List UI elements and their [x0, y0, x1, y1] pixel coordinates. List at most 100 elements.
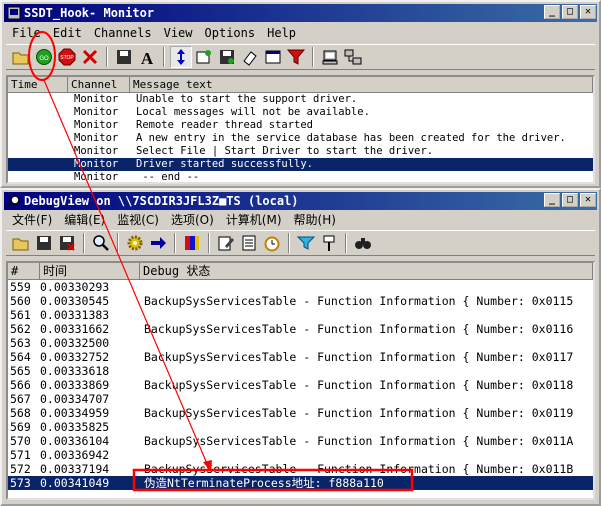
row-time: 0.00331383 [40, 308, 110, 322]
network-button[interactable] [342, 46, 364, 68]
debugview-row[interactable]: 566 0.00333869 BackupSysServicesTable - Fu… [8, 378, 593, 392]
debugview-row[interactable]: 565 0.00333618 [8, 364, 593, 378]
maximize-button[interactable]: □ [562, 5, 578, 19]
debugview-menu-item[interactable]: 计算机(M) [220, 211, 288, 229]
filter-button[interactable] [295, 232, 317, 254]
computer-icon [322, 50, 338, 65]
autoscroll-button[interactable] [170, 46, 192, 68]
monitor-titlebar[interactable]: SSDT_Hook- Monitor [4, 4, 597, 22]
col-time[interactable]: 时间 [40, 263, 140, 280]
debugview-menu-item[interactable]: 选项(O) [165, 211, 220, 229]
debugview-row[interactable]: 563 0.00332500 [8, 336, 593, 350]
debugview-row[interactable]: 571 0.00336942 [8, 448, 593, 462]
connect-button[interactable] [319, 46, 341, 68]
row-time: 0.00337194 [40, 462, 110, 476]
save-red-icon [60, 236, 75, 251]
col-debug-output[interactable]: Debug 状态 [140, 263, 593, 280]
debugview-row[interactable]: 573 0.00341049 伪造NtTerminateProcess地址: f88… [8, 476, 593, 490]
monitor-menu-item[interactable]: Help [261, 24, 302, 42]
save-button[interactable] [33, 232, 55, 254]
minimize-button[interactable]: _ [544, 193, 560, 207]
row-channel: Monitor [74, 132, 119, 144]
col-channel[interactable]: Channel [68, 77, 130, 93]
debugview-menu-item[interactable]: 监视(C) [111, 211, 165, 229]
monitor-row[interactable]: Monitor A new entry in the service databa… [8, 132, 593, 145]
pin-button[interactable] [318, 232, 340, 254]
network-icon [344, 49, 362, 65]
debugview-row[interactable]: 559 0.00330293 [8, 280, 593, 294]
debugview-menu-item[interactable]: 文件(F) [6, 211, 58, 229]
monitor-menu-item[interactable]: File [6, 24, 47, 42]
save-as-button[interactable] [56, 232, 78, 254]
debugview-menu-item[interactable]: 帮助(H) [288, 211, 342, 229]
monitor-row[interactable]: Monitor Driver started successfully. [8, 158, 593, 171]
row-time: 0.00332500 [40, 336, 110, 350]
find-binoculars-button[interactable] [352, 232, 374, 254]
row-debug-text: BackupSysServicesTable - Function Inform… [144, 350, 574, 364]
autoscroll-button[interactable] [147, 232, 169, 254]
clock-button[interactable] [261, 232, 283, 254]
col-message[interactable]: Message text [130, 77, 593, 93]
row-channel: Monitor [74, 106, 119, 118]
toolbar-separator [163, 47, 165, 67]
debugview-log-list[interactable]: # 时间 Debug 状态 559 0.00330293 560 0.00330545… [6, 261, 595, 500]
debugview-row[interactable]: 567 0.00334707 [8, 392, 593, 406]
monitor-menu-item[interactable]: View [158, 24, 199, 42]
capture-button[interactable] [124, 232, 146, 254]
monitor-menu-item[interactable]: Options [199, 24, 262, 42]
debugview-row[interactable]: 572 0.00337194 BackupSysServicesTable - Fu… [8, 462, 593, 476]
monitor-row[interactable]: Monitor Select File | Start Driver to sta… [8, 145, 593, 158]
debugview-toolbar [6, 230, 595, 256]
maximize-button[interactable]: □ [562, 193, 578, 207]
debugview-row[interactable]: 568 0.00334959 BackupSysServicesTable - Fu… [8, 406, 593, 420]
row-number: 565 [10, 364, 31, 378]
minimize-button[interactable]: _ [544, 5, 560, 19]
row-debug-text: 伪造NtTerminateProcess地址: f888a110 [144, 476, 384, 490]
row-time: 0.00330545 [40, 294, 110, 308]
edit-filter-button[interactable] [215, 232, 237, 254]
monitor-row[interactable]: Monitor -- end -- [8, 171, 593, 182]
capture-button[interactable] [193, 46, 215, 68]
history-button[interactable] [238, 232, 260, 254]
debugview-row[interactable]: 562 0.00331662 BackupSysServicesTable - Fu… [8, 322, 593, 336]
debugview-titlebar[interactable]: DebugView on \\7SCDIR3JFL3Z■TS (local) [4, 192, 597, 210]
close-button[interactable]: ✕ [580, 5, 596, 19]
monitor-row[interactable]: Monitor Remote reader thread started [8, 119, 593, 132]
debugview-row[interactable]: 570 0.00336104 BackupSysServicesTable - Fu… [8, 434, 593, 448]
go-button[interactable]: GO [33, 46, 55, 68]
save-button[interactable] [113, 46, 135, 68]
monitor-row[interactable]: Monitor Local messages will not be availa… [8, 106, 593, 119]
stop-button[interactable]: STOP [56, 46, 78, 68]
highlight-button[interactable] [181, 232, 203, 254]
filter-button[interactable] [285, 46, 307, 68]
toolbar-separator [208, 233, 210, 253]
monitor-menu-item[interactable]: Channels [88, 24, 158, 42]
row-debug-text: BackupSysServicesTable - Function Inform… [144, 406, 574, 420]
close-button[interactable]: ✕ [580, 193, 596, 207]
monitor-row[interactable]: Monitor Unable to start the support drive… [8, 93, 593, 106]
open-button[interactable] [10, 46, 32, 68]
log-button[interactable] [216, 46, 238, 68]
debugview-row[interactable]: 569 0.00335825 [8, 420, 593, 434]
debugview-menu-item[interactable]: 编辑(E) [58, 211, 111, 229]
monitor-message-list[interactable]: Time Channel Message text Monitor Unable … [6, 75, 595, 184]
row-time [8, 106, 68, 119]
debugview-row[interactable]: 561 0.00331383 [8, 308, 593, 322]
row-number: 563 [10, 336, 31, 350]
col-time[interactable]: Time [8, 77, 68, 93]
clear-button[interactable] [79, 46, 101, 68]
gear-icon [127, 235, 143, 251]
delete-icon [82, 49, 98, 65]
monitor-menu-item[interactable]: Edit [47, 24, 88, 42]
row-number: 572 [10, 462, 31, 476]
row-channel: Monitor [74, 158, 119, 170]
edit-icon [218, 236, 234, 251]
font-button[interactable]: A [136, 46, 158, 68]
erase-button[interactable] [239, 46, 261, 68]
debugview-row[interactable]: 560 0.00330545 BackupSysServicesTable - Fu… [8, 294, 593, 308]
debugview-row[interactable]: 564 0.00332752 BackupSysServicesTable - Fu… [8, 350, 593, 364]
find-button[interactable] [90, 232, 112, 254]
history-button[interactable] [262, 46, 284, 68]
col-number[interactable]: # [8, 263, 40, 280]
open-button[interactable] [10, 232, 32, 254]
